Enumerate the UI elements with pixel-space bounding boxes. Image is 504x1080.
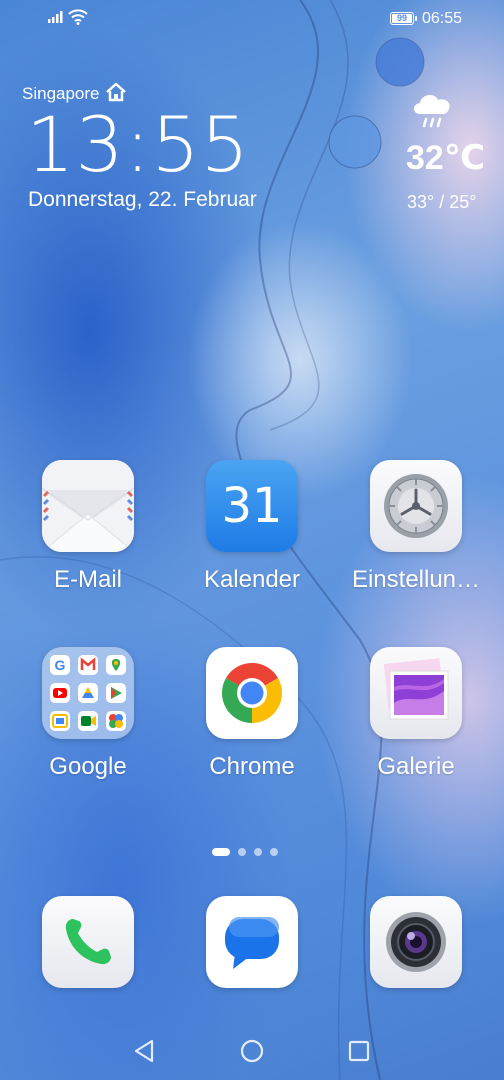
status-bar: 99 06:55 [0, 0, 504, 38]
temperature: 32℃ [406, 139, 485, 177]
app-label: E-Mail [53, 566, 122, 593]
calendar-day: 31 [221, 478, 283, 534]
page-dot-4[interactable] [270, 848, 278, 856]
photo-icon [370, 647, 462, 739]
clock-time[interactable]: 13:55 [26, 100, 250, 190]
navigation-bar [0, 1030, 504, 1070]
status-time: 06:55 [422, 10, 463, 27]
mail-icon [42, 460, 134, 552]
temperature-range: 33° / 25° [407, 192, 477, 212]
page-indicator[interactable] [212, 848, 278, 856]
app-settings[interactable]: Einstellun… [346, 460, 486, 594]
svg-text:G: G [55, 657, 66, 673]
app-calendar[interactable]: 31 Kalender [182, 460, 322, 594]
home-icon [106, 82, 126, 102]
back-icon[interactable] [133, 1039, 155, 1063]
app-label: Einstellun… [351, 566, 481, 593]
app-label: Chrome [209, 753, 295, 780]
app-label: Kalender [203, 566, 301, 593]
dock-messages[interactable] [182, 896, 322, 988]
phone-icon [42, 896, 134, 988]
camera-icon [370, 896, 462, 988]
dock-phone[interactable] [18, 896, 158, 988]
battery-level: 99 [392, 14, 412, 23]
app-label: Google [49, 753, 127, 780]
page-dot-1[interactable] [212, 848, 230, 856]
wifi-icon [68, 9, 88, 25]
app-label: Galerie [377, 753, 455, 780]
rain-cloud-icon[interactable] [408, 86, 458, 134]
recents-icon[interactable] [348, 1040, 370, 1062]
app-chrome[interactable]: Chrome [182, 647, 322, 781]
dock-camera[interactable] [346, 896, 486, 988]
signal-icon [48, 11, 63, 23]
message-icon [206, 896, 298, 988]
app-email[interactable]: E-Mail [18, 460, 158, 594]
chrome-icon [206, 647, 298, 739]
app-gallery[interactable]: Galerie [346, 647, 486, 781]
clock-date: Donnerstag, 22. Februar [28, 188, 257, 211]
google-folder-icon: G [42, 647, 134, 739]
gear-icon [370, 460, 462, 552]
page-dot-3[interactable] [254, 848, 262, 856]
page-dot-2[interactable] [238, 848, 246, 856]
home-button-icon[interactable] [240, 1039, 264, 1063]
battery-icon: 99 [390, 12, 417, 25]
app-google-folder[interactable]: G Google [18, 647, 158, 781]
calendar-icon: 31 [206, 460, 298, 552]
